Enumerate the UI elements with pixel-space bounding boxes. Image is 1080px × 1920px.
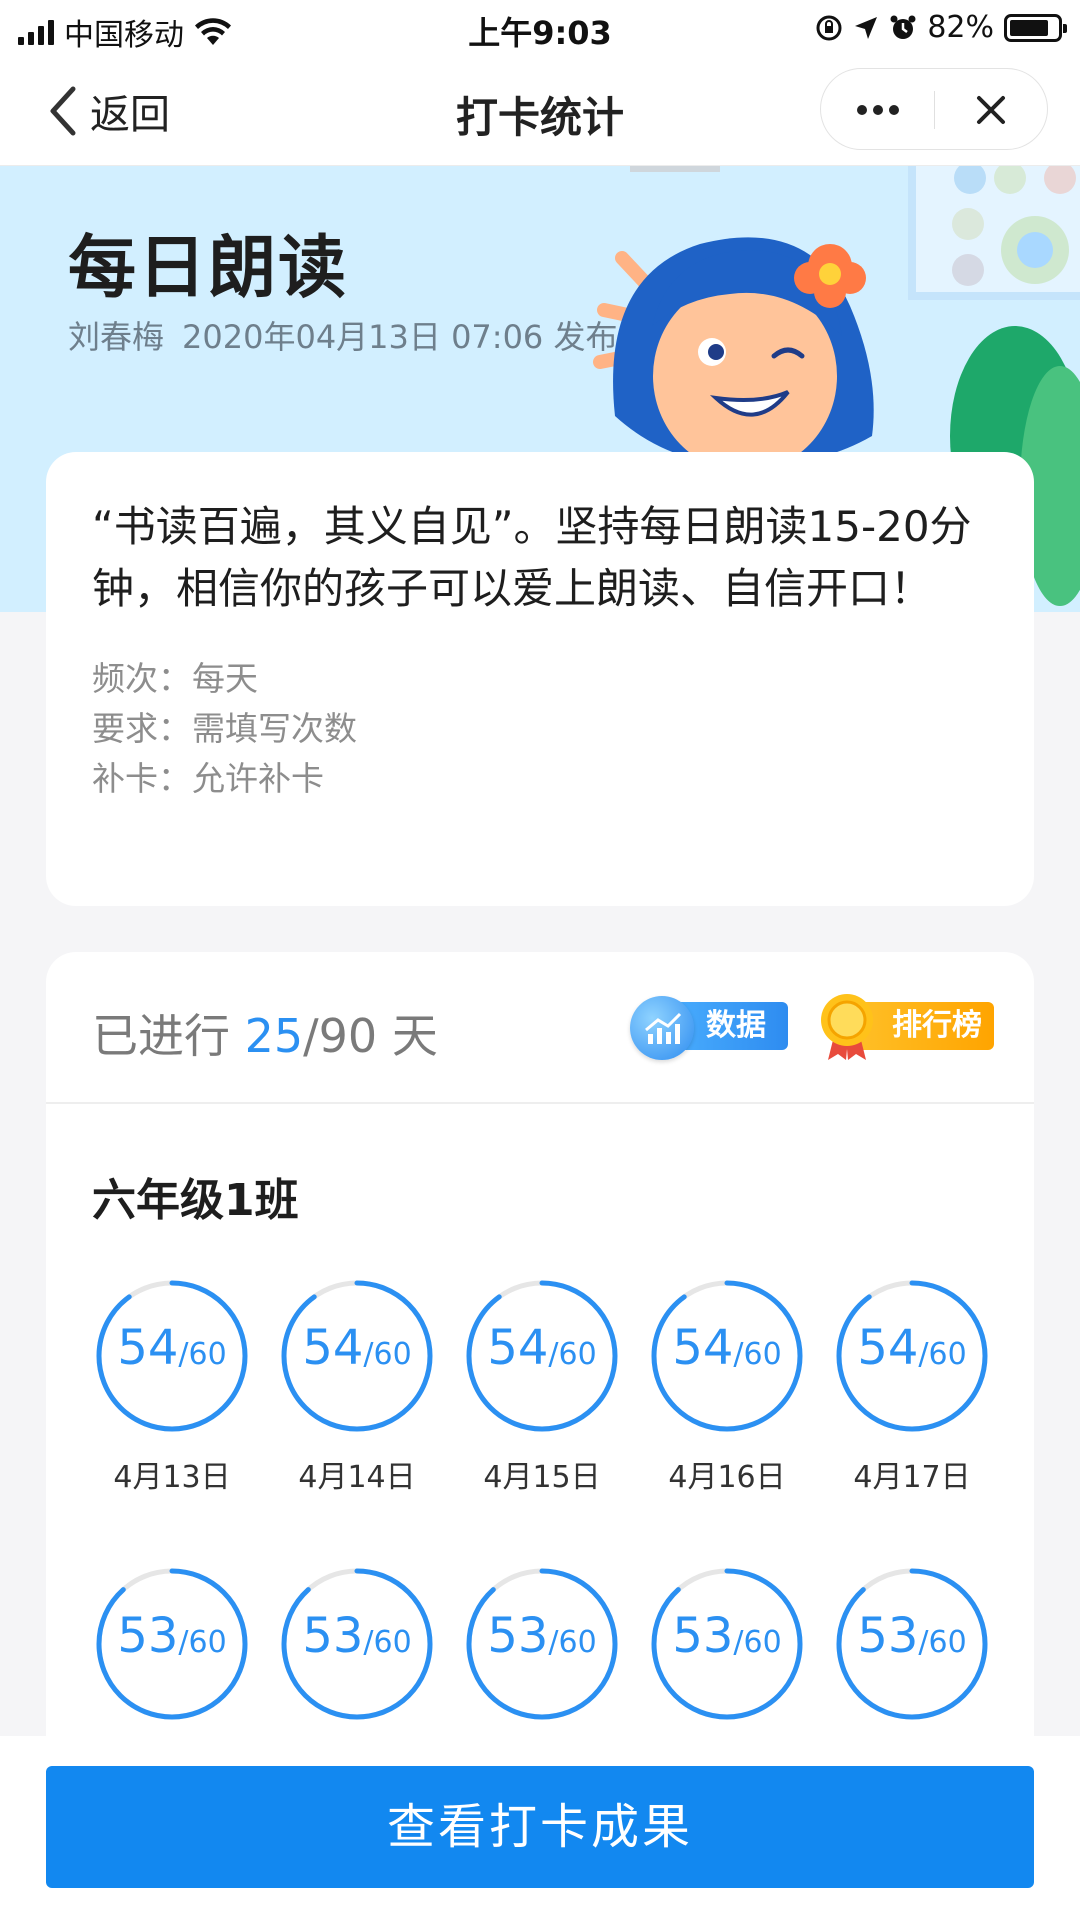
ring-value: 53/60 <box>277 1608 437 1664</box>
more-icon <box>856 105 899 115</box>
ring-total: /60 <box>918 1337 967 1372</box>
ring-value: 54/60 <box>277 1320 437 1376</box>
rule-value: 需填写次数 <box>192 709 357 748</box>
checkin-stats-card: 已进行 25/90 天 数据 排行榜 六年级1班 54/60 4月13日 54/… <box>46 952 1034 1752</box>
activity-title: 每日朗读 <box>68 229 349 308</box>
data-button[interactable]: 数据 <box>630 996 788 1060</box>
ranking-button[interactable]: 排行榜 <box>816 992 996 1060</box>
close-button[interactable] <box>934 69 1047 151</box>
rule-frequency: 频次： 每天 <box>92 654 988 704</box>
chart-icon <box>630 996 694 1060</box>
ring-value: 53/60 <box>647 1608 807 1664</box>
publish-time: 2020年04月13日 07:06 发布 <box>182 318 618 356</box>
view-results-button[interactable]: 查看打卡成果 <box>46 1766 1034 1888</box>
mini-program-capsule <box>820 68 1048 150</box>
rule-value: 每天 <box>192 659 258 698</box>
day-ring-item[interactable]: 53/60 <box>92 1564 252 1752</box>
ring-date: 4月15日 <box>483 1460 601 1495</box>
bottom-bar: 查看打卡成果 <box>0 1736 1080 1920</box>
progress-prefix: 已进行 <box>92 1009 245 1063</box>
day-ring-item[interactable]: 54/60 4月17日 <box>832 1276 992 1495</box>
rule-requirement: 要求： 需填写次数 <box>92 704 988 754</box>
ring-date: 4月13日 <box>113 1460 231 1495</box>
battery-icon <box>1004 13 1067 42</box>
rule-key: 补卡： <box>92 759 191 798</box>
ring-count: 54 <box>857 1320 919 1376</box>
day-ring-item[interactable]: 53/60 <box>832 1564 992 1752</box>
status-right: 82% <box>815 10 1067 45</box>
ring-count: 54 <box>672 1320 734 1376</box>
progress-text: 已进行 25/90 天 <box>92 1000 438 1066</box>
author-name: 刘春梅 <box>68 318 165 356</box>
ring-count: 53 <box>672 1608 734 1664</box>
location-icon <box>855 16 878 39</box>
ring-total: /60 <box>178 1337 227 1372</box>
day-ring-item[interactable]: 54/60 4月13日 <box>92 1276 252 1495</box>
progress-current: 25 <box>244 1009 304 1063</box>
ring-total: /60 <box>548 1337 597 1372</box>
rules-list: 频次： 每天 要求： 需填写次数 补卡： 允许补卡 <box>92 654 988 804</box>
day-ring-item[interactable]: 54/60 4月14日 <box>277 1276 437 1495</box>
ring-value: 54/60 <box>647 1320 807 1376</box>
ring-count: 54 <box>487 1320 549 1376</box>
ring-count: 53 <box>857 1608 919 1664</box>
activity-description-card: “书读百遍，其义自见”。坚持每日朗读15-20分钟，相信你的孩子可以爱上朗读、自… <box>46 452 1034 906</box>
battery-percent: 82% <box>927 10 994 45</box>
ring-count: 53 <box>487 1608 549 1664</box>
description-text: “书读百遍，其义自见”。坚持每日朗读15-20分钟，相信你的孩子可以爱上朗读、自… <box>92 502 972 613</box>
day-ring-item[interactable]: 53/60 <box>647 1564 807 1752</box>
ring-count: 54 <box>302 1320 364 1376</box>
ring-value: 54/60 <box>462 1320 622 1376</box>
ring-total: /60 <box>548 1625 597 1660</box>
ring-value: 54/60 <box>92 1320 252 1376</box>
progress-total: /90 天 <box>303 1009 438 1063</box>
ring-count: 53 <box>117 1608 179 1664</box>
day-ring-item[interactable]: 53/60 <box>462 1564 622 1752</box>
ring-value: 53/60 <box>832 1608 992 1664</box>
ring-date: 4月14日 <box>298 1460 416 1495</box>
rule-makeup: 补卡： 允许补卡 <box>92 754 988 804</box>
close-icon <box>976 96 1005 124</box>
ring-total: /60 <box>733 1337 782 1372</box>
ring-total: /60 <box>178 1625 227 1660</box>
ring-count: 53 <box>302 1608 364 1664</box>
rule-value: 允许补卡 <box>192 759 324 798</box>
ring-total: /60 <box>363 1337 412 1372</box>
status-bar: 中国移动 上午9:03 82% <box>0 0 1080 58</box>
ring-date: 4月16日 <box>668 1460 786 1495</box>
day-ring-item[interactable]: 54/60 4月15日 <box>462 1276 622 1495</box>
rule-key: 频次： <box>92 659 191 698</box>
ring-value: 53/60 <box>462 1608 622 1664</box>
ring-total: /60 <box>733 1625 782 1660</box>
day-ring-item[interactable]: 54/60 4月16日 <box>647 1276 807 1495</box>
ring-count: 54 <box>117 1320 179 1376</box>
progress-row: 已进行 25/90 天 数据 排行榜 <box>46 952 1034 1104</box>
medal-icon <box>821 994 873 1060</box>
ring-total: /60 <box>363 1625 412 1660</box>
more-button[interactable] <box>821 69 934 151</box>
day-ring-item[interactable]: 53/60 <box>277 1564 437 1752</box>
alarm-icon <box>890 15 916 39</box>
ring-value: 54/60 <box>832 1320 992 1376</box>
class-name: 六年级1班 <box>92 1175 299 1226</box>
ring-total: /60 <box>918 1625 967 1660</box>
rule-key: 要求： <box>92 709 191 748</box>
publish-info: 刘春梅 2020年04月13日 07:06 发布 <box>68 312 617 358</box>
ring-date: 4月17日 <box>853 1460 971 1495</box>
nav-bar: 返回 打卡统计 <box>0 58 1080 166</box>
orientation-lock-icon <box>816 15 842 40</box>
ring-value: 53/60 <box>92 1608 252 1664</box>
